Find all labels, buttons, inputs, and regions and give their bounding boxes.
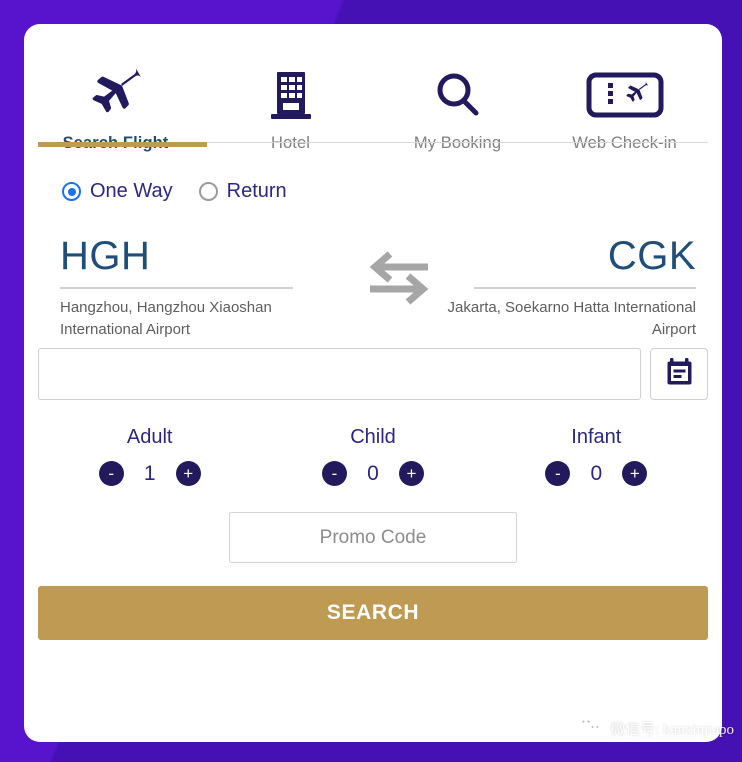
trip-type-group: One Way Return — [24, 164, 722, 203]
watermark-text: 微信号: kanxinjiapo — [610, 722, 734, 738]
swap-arrows-icon — [364, 249, 434, 312]
passenger-child-label: Child — [350, 426, 396, 448]
promo-code-input[interactable] — [229, 512, 517, 563]
infant-increment-button[interactable]: + — [622, 461, 648, 486]
origin-airport-name: Hangzhou, Hangzhou Xiaoshan Internationa… — [60, 299, 272, 338]
search-icon — [433, 66, 483, 124]
building-icon — [269, 66, 313, 124]
infant-decrement-button[interactable]: - — [545, 461, 571, 486]
adult-count-value: 1 — [143, 461, 156, 485]
passenger-adult-stepper: - 1 + — [98, 461, 201, 486]
infant-count-value: 0 — [590, 461, 603, 485]
active-tab-indicator — [38, 142, 207, 147]
child-decrement-button[interactable]: - — [321, 461, 347, 486]
booking-card: Search Flight — [24, 24, 722, 742]
child-increment-button[interactable]: + — [398, 461, 424, 486]
tab-bar: Search Flight — [24, 24, 722, 164]
radio-one-way-label: One Way — [90, 180, 173, 202]
tab-my-booking-label: My Booking — [413, 134, 502, 152]
origin-underline — [60, 287, 293, 289]
passenger-child: Child - 0 + — [261, 426, 484, 486]
tab-my-booking[interactable]: My Booking — [374, 40, 541, 164]
radio-one-way[interactable]: One Way — [62, 180, 173, 203]
promo-code-row — [24, 512, 722, 563]
child-count-value: 0 — [367, 461, 379, 485]
tab-hotel-label: Hotel — [270, 134, 311, 152]
search-button[interactable]: SEARCH — [38, 586, 708, 640]
route-selector: HGH Hangzhou, Hangzhou Xiaoshan Internat… — [24, 203, 722, 358]
destination-underline — [474, 287, 696, 289]
passenger-infant: Infant - 0 + — [485, 426, 708, 486]
passenger-infant-stepper: - 0 + — [545, 461, 648, 486]
wechat-icon — [577, 715, 604, 742]
boarding-pass-icon — [586, 66, 664, 124]
passenger-adult: Adult - 1 + — [38, 426, 261, 486]
origin-airport-code[interactable]: HGH — [60, 225, 308, 287]
tab-web-check-in-label: Web Check-in — [572, 134, 677, 152]
passenger-selectors: Adult - 1 + Child - 0 + Infant - 0 + — [24, 400, 722, 486]
airplane-icon — [85, 66, 147, 124]
search-row: SEARCH — [24, 563, 722, 640]
destination-airport-code[interactable]: CGK — [438, 225, 696, 287]
swap-airports-button[interactable] — [354, 245, 444, 315]
origin-airport[interactable]: HGH Hangzhou, Hangzhou Xiaoshan Internat… — [38, 225, 308, 341]
tab-hotel[interactable]: Hotel — [207, 40, 374, 164]
passenger-child-stepper: - 0 + — [321, 461, 424, 486]
destination-airport-name: Jakarta, Soekarno Hatta International Ai… — [447, 299, 696, 338]
radio-one-way-dot[interactable] — [62, 182, 81, 201]
calendar-icon — [666, 357, 693, 391]
watermark: 微信号: kanxinjiapo — [577, 715, 734, 742]
radio-return[interactable]: Return — [198, 180, 287, 203]
radio-return-dot[interactable] — [198, 182, 218, 201]
passenger-infant-label: Infant — [571, 426, 622, 448]
passenger-adult-label: Adult — [126, 426, 173, 448]
adult-decrement-button[interactable]: - — [98, 461, 124, 486]
adult-increment-button[interactable]: + — [175, 461, 201, 486]
radio-return-label: Return — [226, 180, 287, 202]
destination-airport[interactable]: CGK Jakarta, Soekarno Hatta Internationa… — [438, 225, 708, 341]
tab-web-check-in[interactable]: Web Check-in — [541, 40, 708, 164]
